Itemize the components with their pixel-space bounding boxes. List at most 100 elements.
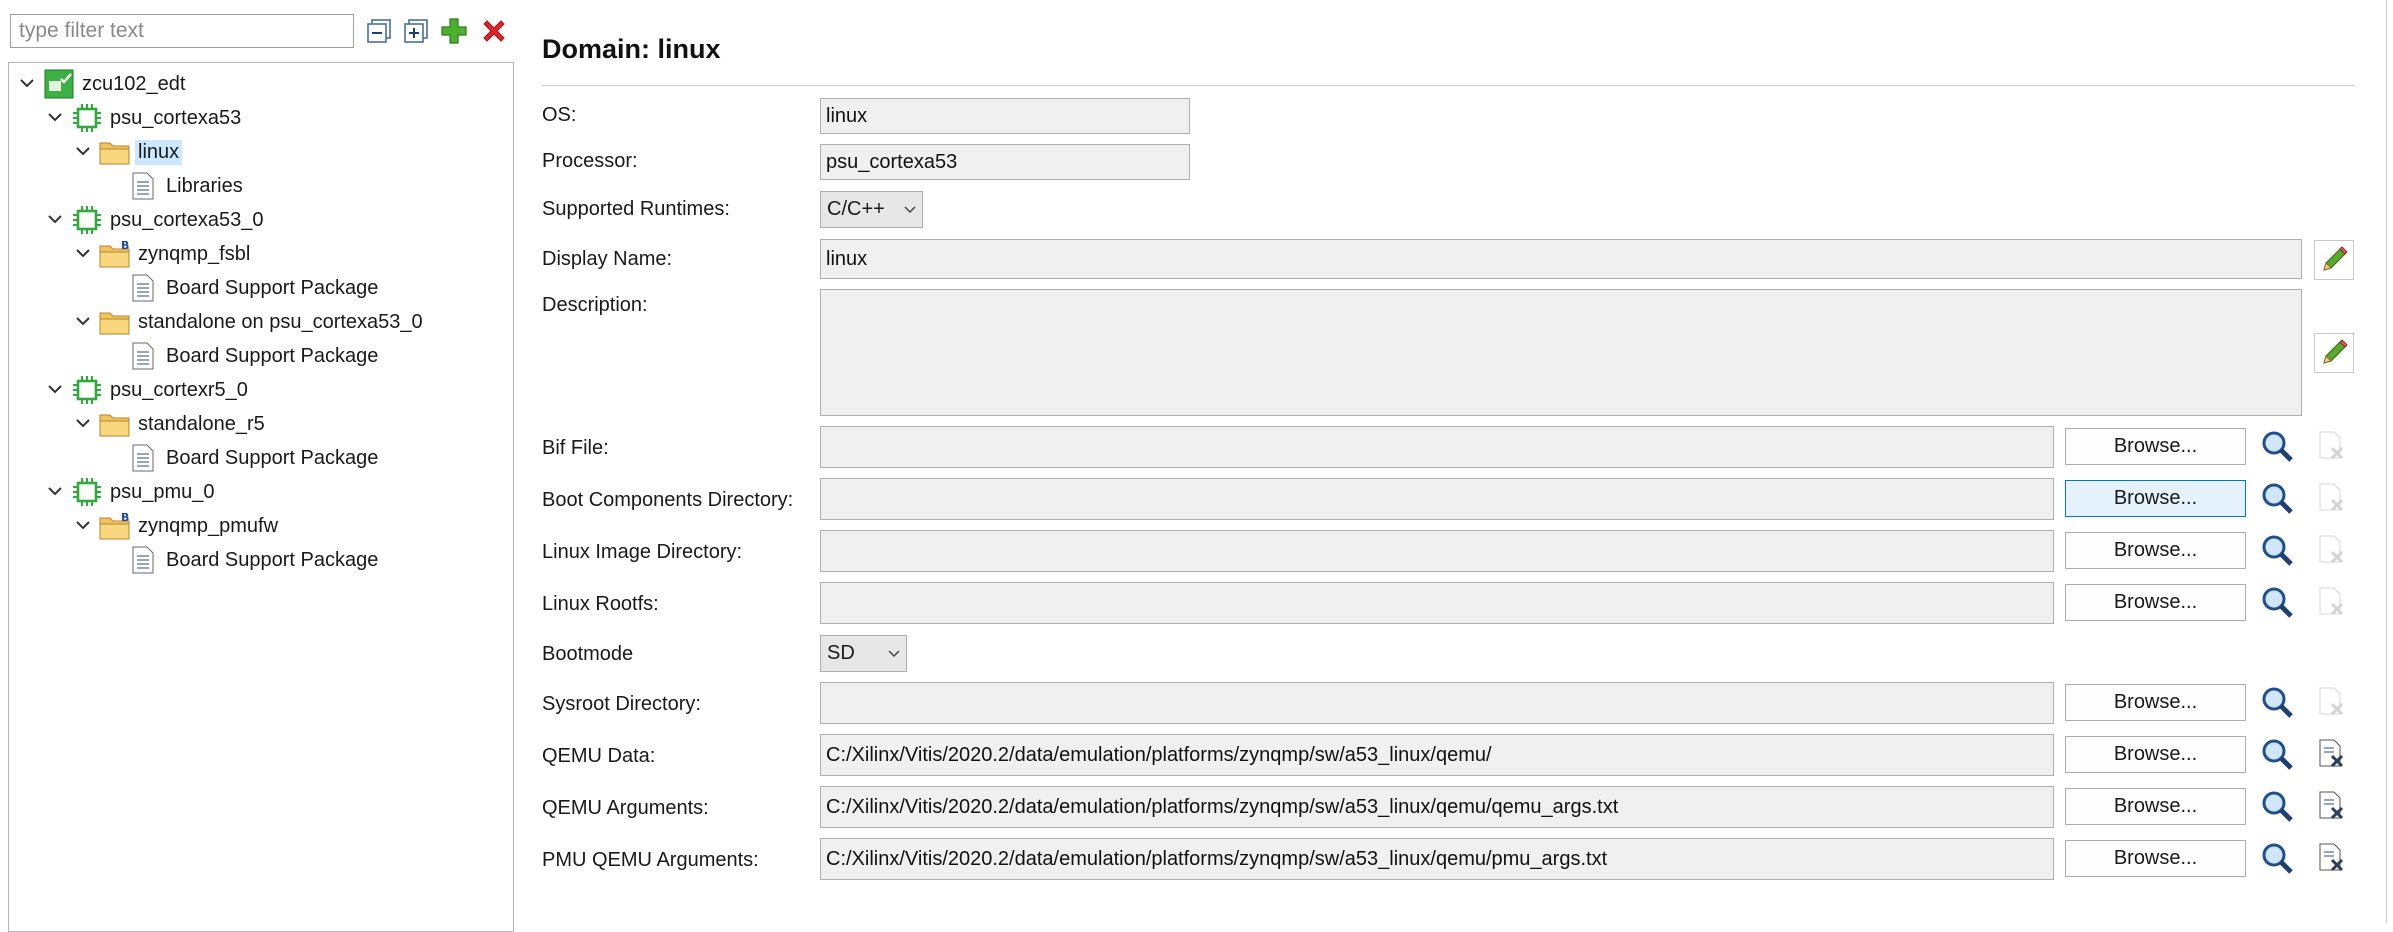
pencil-icon — [2323, 339, 2348, 364]
rootfs-clear-button[interactable] — [2314, 584, 2350, 620]
tree-item-zynqmp-pmufw[interactable]: B zynqmp_pmufw — [71, 510, 281, 542]
bootmode-select[interactable]: SD — [820, 635, 907, 672]
tree-label: psu_cortexr5_0 — [110, 378, 248, 401]
folder-icon — [99, 306, 131, 338]
clear-document-icon — [2319, 587, 2344, 616]
tree-item-zynqmp-fsbl[interactable]: B zynqmp_fsbl — [71, 238, 253, 270]
tree-label: psu_cortexa53_0 — [110, 208, 264, 231]
tree-label: Board Support Package — [166, 344, 379, 367]
chevron-down-icon[interactable] — [43, 480, 67, 504]
bif-file-label: Bif File: — [542, 437, 609, 459]
tree-item-libraries[interactable]: Libraries — [127, 170, 246, 202]
tree-label: zynqmp_pmufw — [138, 514, 279, 537]
pmu-args-search-button[interactable] — [2259, 840, 2295, 876]
tree-item-standalone-a53[interactable]: standalone on psu_cortexa53_0 — [71, 306, 426, 338]
clear-document-icon — [2319, 483, 2344, 512]
rootfs-search-button[interactable] — [2259, 584, 2295, 620]
expand-all-button[interactable] — [400, 15, 432, 47]
sysroot-clear-button[interactable] — [2314, 684, 2350, 720]
clear-document-icon — [2319, 535, 2344, 564]
search-icon — [2262, 687, 2293, 718]
chevron-down-icon — [904, 205, 916, 213]
qemu-data-search-button[interactable] — [2259, 736, 2295, 772]
description-label: Description: — [542, 294, 648, 316]
search-icon — [2262, 431, 2293, 462]
tree-item-linux-domain[interactable]: linux — [71, 136, 183, 168]
sysroot-label: Sysroot Directory: — [542, 693, 701, 715]
search-icon — [2262, 587, 2293, 618]
edit-display-name-button[interactable] — [2314, 240, 2354, 280]
tree-item-platform[interactable]: zcu102_edt — [15, 68, 188, 100]
tree-label: Board Support Package — [166, 446, 379, 469]
tree-item-psu-cortexr5-0[interactable]: psu_cortexr5_0 — [43, 374, 251, 406]
chevron-down-icon[interactable] — [15, 72, 39, 96]
sysroot-browse-button[interactable]: Browse... — [2065, 684, 2246, 721]
image-browse-button[interactable]: Browse... — [2065, 532, 2246, 569]
qemu-args-field: C:/Xilinx/Vitis/2020.2/data/emulation/pl… — [820, 786, 2054, 828]
page-title: Domain: linux — [542, 34, 721, 64]
search-icon — [2262, 535, 2293, 566]
boot-components-label: Boot Components Directory: — [542, 489, 794, 511]
bif-browse-button[interactable]: Browse... — [2065, 428, 2246, 465]
rootfs-browse-button[interactable]: Browse... — [2065, 584, 2246, 621]
tree-item-standalone-r5[interactable]: standalone_r5 — [71, 408, 268, 440]
tree-item-bsp[interactable]: Board Support Package — [127, 272, 381, 304]
boot-folder-icon: B — [99, 510, 131, 542]
platform-icon — [43, 68, 75, 100]
chevron-down-icon[interactable] — [71, 140, 95, 164]
processor-label: Processor: — [542, 150, 638, 172]
runtimes-select[interactable]: C/C++ — [820, 191, 923, 228]
remove-button[interactable] — [478, 15, 510, 47]
document-icon — [127, 544, 159, 576]
tree-item-bsp[interactable]: Board Support Package — [127, 340, 381, 372]
pmu-args-clear-button[interactable] — [2314, 840, 2350, 876]
qemu-args-browse-button[interactable]: Browse... — [2065, 788, 2246, 825]
tree-item-psu-pmu-0[interactable]: psu_pmu_0 — [43, 476, 218, 508]
panel-edge — [2386, 0, 2387, 923]
tree-item-psu-cortexa53-0[interactable]: psu_cortexa53_0 — [43, 204, 266, 236]
qemu-args-search-button[interactable] — [2259, 788, 2295, 824]
boot-folder-icon: B — [99, 238, 131, 270]
sysroot-search-button[interactable] — [2259, 684, 2295, 720]
display-name-field: linux — [820, 239, 2302, 279]
linux-image-field — [820, 530, 2054, 572]
tree-label: standalone_r5 — [138, 412, 265, 435]
clear-document-icon — [2319, 431, 2344, 460]
chevron-down-icon[interactable] — [71, 242, 95, 266]
chevron-down-icon[interactable] — [43, 378, 67, 402]
runtimes-value: C/C++ — [827, 198, 885, 220]
document-icon — [127, 340, 159, 372]
pmu-args-browse-button[interactable]: Browse... — [2065, 840, 2246, 877]
chevron-down-icon[interactable] — [71, 514, 95, 538]
bootmode-value: SD — [827, 642, 855, 664]
tree-item-bsp[interactable]: Board Support Package — [127, 442, 381, 474]
boot-clear-button[interactable] — [2314, 480, 2350, 516]
add-button[interactable] — [438, 15, 470, 47]
bif-clear-button[interactable] — [2314, 428, 2350, 464]
filter-input[interactable] — [10, 14, 354, 48]
tree-item-bsp[interactable]: Board Support Package — [127, 544, 381, 576]
chevron-down-icon[interactable] — [43, 208, 67, 232]
tree-label: Board Support Package — [166, 548, 379, 571]
chevron-down-icon[interactable] — [71, 310, 95, 334]
chevron-down-icon[interactable] — [43, 106, 67, 130]
image-clear-button[interactable] — [2314, 532, 2350, 568]
clear-document-icon — [2319, 739, 2344, 768]
chevron-down-icon[interactable] — [71, 412, 95, 436]
display-name-label: Display Name: — [542, 248, 673, 270]
bif-file-field — [820, 426, 2054, 468]
tree-label: psu_pmu_0 — [110, 480, 215, 503]
image-search-button[interactable] — [2259, 532, 2295, 568]
edit-description-button[interactable] — [2314, 333, 2354, 373]
bif-search-button[interactable] — [2259, 428, 2295, 464]
tree-item-psu-cortexa53[interactable]: psu_cortexa53 — [43, 102, 244, 134]
qemu-data-clear-button[interactable] — [2314, 736, 2350, 772]
clear-document-icon — [2319, 843, 2344, 872]
qemu-data-browse-button[interactable]: Browse... — [2065, 736, 2246, 773]
boot-browse-button[interactable]: Browse... — [2065, 480, 2246, 517]
collapse-all-button[interactable] — [363, 15, 395, 47]
linux-rootfs-field — [820, 582, 2054, 624]
boot-search-button[interactable] — [2259, 480, 2295, 516]
tree-label: standalone on psu_cortexa53_0 — [138, 310, 423, 333]
qemu-args-clear-button[interactable] — [2314, 788, 2350, 824]
